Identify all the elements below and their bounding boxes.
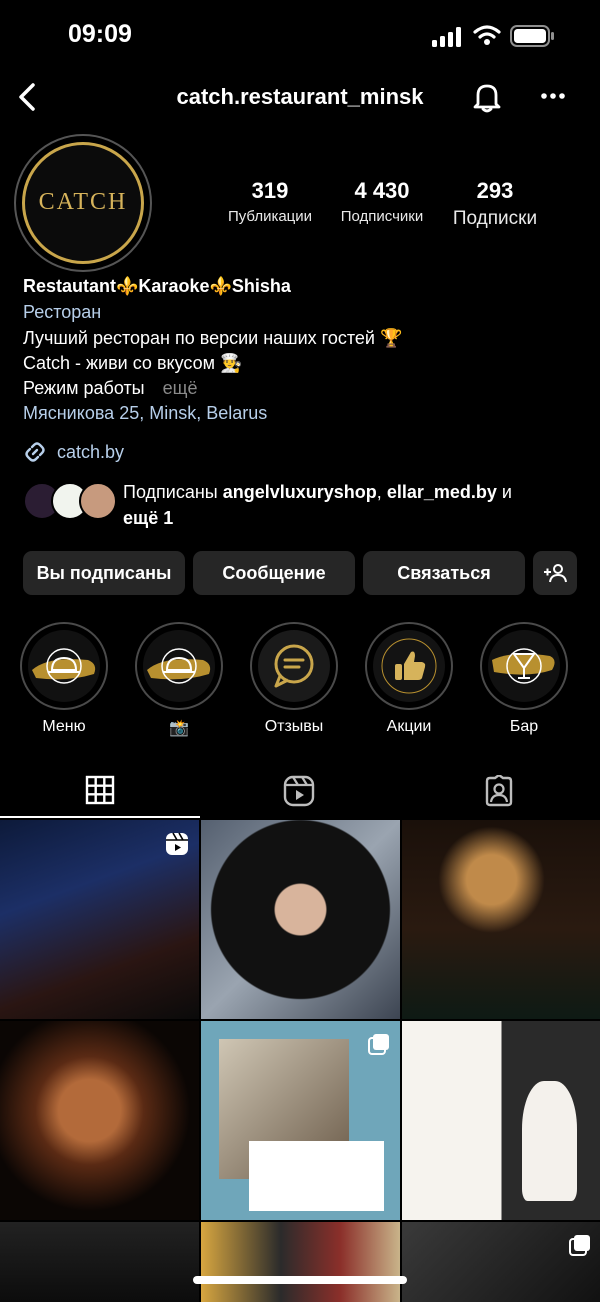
add-person-icon — [544, 564, 567, 583]
grid-icon[interactable] — [85, 775, 115, 805]
stat-posts-value: 319 — [251, 178, 289, 203]
bio-line: Catch - живи со вкусом 👨‍🍳 — [23, 353, 243, 373]
avatar-logo-text: CATCH — [38, 189, 128, 215]
bio-more-link[interactable]: ещё — [163, 378, 198, 398]
cellular-signal-icon — [432, 27, 461, 47]
message-button[interactable]: Сообщение — [193, 551, 355, 595]
tagged-icon[interactable] — [483, 775, 515, 807]
highlight-reviews[interactable]: Отзывы — [250, 622, 338, 736]
bio-line: Режим работы ещё — [23, 378, 197, 399]
highlight-ring — [250, 622, 338, 710]
followed-by-and: и — [496, 482, 512, 502]
stat-following-label: Подписки — [452, 208, 538, 229]
active-tab-indicator — [0, 816, 200, 818]
reels-icon — [166, 832, 188, 855]
post-thumbnail[interactable] — [0, 1021, 199, 1220]
cocktail-icon — [492, 648, 555, 684]
highlight-bar[interactable]: Бар — [480, 622, 568, 736]
post-thumbnail[interactable] — [402, 1021, 600, 1220]
post-thumbnail[interactable] — [402, 820, 600, 1019]
promo-card — [249, 1141, 384, 1211]
stat-following[interactable]: 293 Подписки — [440, 178, 550, 230]
stat-posts-label: Публикации — [227, 208, 313, 225]
profile-address[interactable]: Мясникова 25, Minsk, Belarus — [23, 403, 267, 424]
bio-hours-label: Режим работы — [23, 378, 145, 398]
wifi-icon — [473, 25, 501, 45]
battery-icon — [510, 25, 554, 47]
highlight-ring — [20, 622, 108, 710]
followed-by-user[interactable]: ellar_med.by — [387, 482, 497, 502]
post-thumbnail[interactable] — [0, 820, 199, 1019]
highlight-ring — [365, 622, 453, 710]
followed-by-more[interactable]: ещё 1 — [123, 508, 173, 528]
profile-username: catch.restaurant_minsk — [176, 84, 424, 109]
chat-icon — [274, 644, 314, 688]
highlight-photo[interactable]: 📸 — [135, 622, 223, 738]
followed-by-text[interactable]: Подписаны angelvluxuryshop, ellar_med.by… — [123, 479, 583, 531]
carousel-icon — [368, 1034, 389, 1055]
stat-following-value: 293 — [476, 178, 514, 203]
profile-header: catch.restaurant_minsk — [0, 70, 600, 126]
more-options-icon[interactable] — [540, 86, 566, 106]
highlight-label: Бар — [509, 718, 539, 735]
followed-by-prefix: Подписаны — [123, 482, 223, 502]
contact-button[interactable]: Связаться — [363, 551, 525, 595]
highlight-menu[interactable]: Меню — [20, 622, 108, 736]
highlight-label: Меню — [42, 718, 86, 735]
highlight-label: 📸 — [169, 720, 189, 737]
carousel-icon — [569, 1235, 590, 1256]
following-button[interactable]: Вы подписаны — [23, 551, 185, 595]
stat-followers-label: Подписчики — [340, 208, 424, 225]
highlight-label: Акции — [386, 718, 432, 735]
status-time: 09:09 — [68, 20, 132, 48]
post-thumbnail[interactable] — [201, 820, 400, 1019]
thumbs-up-icon — [381, 638, 437, 694]
bell-icon[interactable] — [470, 80, 504, 114]
stat-followers-value: 4 430 — [354, 178, 410, 203]
stat-followers[interactable]: 4 430 Подписчики — [326, 178, 438, 225]
dress-shape — [522, 1081, 577, 1201]
highlight-ring — [480, 622, 568, 710]
home-indicator[interactable] — [193, 1276, 407, 1284]
avatar[interactable]: CATCH — [22, 142, 144, 264]
profile-tabs — [0, 762, 600, 818]
profile-category: Ресторан — [23, 302, 102, 322]
link-icon — [25, 442, 45, 462]
bio-line: Лучший ресторан по версии наших гостей 🏆 — [23, 328, 403, 348]
highlight-promos[interactable]: Акции — [365, 622, 453, 736]
profile-name: Restautant⚜️Karaoke⚜️Shisha — [23, 276, 291, 296]
post-thumbnail[interactable] — [0, 1222, 199, 1302]
highlight-ring — [135, 622, 223, 710]
suggest-people-button[interactable] — [533, 551, 577, 595]
stat-posts[interactable]: 319 Публикации — [214, 178, 326, 225]
post-thumbnail[interactable] — [201, 1222, 400, 1302]
website-link[interactable]: catch.by — [23, 440, 124, 464]
followed-by-separator: , — [376, 482, 387, 502]
reels-icon[interactable] — [283, 775, 315, 807]
cloche-icon — [147, 648, 211, 684]
cloche-icon — [32, 648, 96, 684]
highlight-label: Отзывы — [264, 718, 324, 735]
avatar — [79, 482, 117, 520]
post-thumbnail[interactable] — [402, 1222, 600, 1302]
website-link-text: catch.by — [57, 441, 125, 462]
status-bar: 09:09 — [0, 0, 600, 70]
post-thumbnail[interactable] — [201, 1021, 400, 1220]
followed-by-user[interactable]: angelvluxuryshop — [223, 482, 377, 502]
